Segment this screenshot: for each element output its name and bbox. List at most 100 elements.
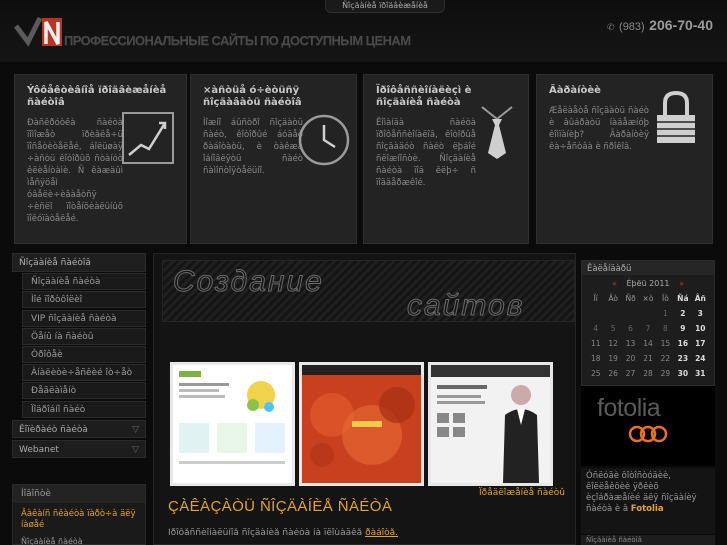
calendar-day[interactable]: 21 (639, 353, 656, 364)
calendar-day[interactable]: 6 (622, 323, 639, 334)
calendar-day[interactable]: 4 (587, 323, 604, 334)
calendar-day[interactable]: 16 (674, 338, 691, 349)
news-bullet[interactable]: Ñîçäàíèå ñàéòà (13, 531, 145, 545)
sidebar-item-trophies[interactable]: Òðîôåè (22, 345, 146, 363)
sidebar-item-prices[interactable]: Öåíû íà ñàéòû (22, 327, 146, 345)
chevron-down-icon: ▽ (132, 424, 139, 435)
calendar-day[interactable]: 26 (604, 368, 621, 379)
feature-text: Êîìàíäà ñàéòà ïðîôåññèîíàëîâ, êîòîðûå ñî… (376, 118, 476, 188)
sidebar-section-copywriting[interactable]: Êîïèðàéò ñàéòà ▽ (12, 419, 146, 438)
section-label: Webanet (19, 444, 59, 455)
calendar-day[interactable]: 18 (587, 353, 604, 364)
calendar-header: Êàëåíäàðü (582, 261, 714, 275)
portfolio-thumbnail[interactable] (170, 362, 295, 486)
calendar-day[interactable]: 17 (692, 338, 709, 349)
sidebar-item-portfolio[interactable]: Ìîé ïîðòôîëèî (22, 291, 146, 309)
calendar-day[interactable]: 14 (639, 338, 656, 349)
weekday-label: Ñð (625, 294, 636, 303)
weekday-label: Ïò (662, 294, 669, 303)
feature-title: ×àñòüå ó÷èòüñÿ ñîçäàâàòü ñàéòîâ (203, 85, 302, 108)
feature-text: Æåëàåòå ñîçäàòü ñàéò è âûáðàòü íàäåæíóþ … (549, 106, 649, 152)
next-month-button[interactable]: » (679, 277, 684, 291)
news-link[interactable]: Âàêàíñ ñêàéòà ïàðò÷à äëÿ íàøåé (13, 503, 145, 531)
prev-month-button[interactable]: « (612, 277, 617, 291)
feature-box-guarantees[interactable]: Ãàðàíòèè Æåëàåòå ñîçäàòü ñàéò è âûáðàòü … (536, 74, 713, 244)
weekday-label: ×ò (642, 294, 654, 303)
phone-code: (983) (619, 21, 645, 33)
sidebar-item-regulations[interactable]: Ðåãëàìåíò (22, 382, 146, 400)
weekday-label: Ñá (677, 294, 689, 303)
calendar-day[interactable]: 20 (622, 353, 639, 364)
site-preview-image (302, 365, 421, 483)
fotolia-rings-icon (628, 425, 668, 443)
top-tab[interactable]: Ñîçäàíèå ïðîäâèæåíèå (325, 0, 445, 13)
weekday-label: Âò (608, 294, 618, 303)
calendar-day[interactable]: 8 (657, 323, 674, 334)
phone-number: 206-70-40 (649, 17, 713, 33)
sidebar-item-details[interactable]: Ïîäðîáíî ñàéò (22, 400, 146, 418)
calendar-month: Èþëü 2011 (626, 279, 670, 288)
site-preview-image (173, 365, 292, 483)
calendar-day[interactable]: 3 (692, 308, 709, 319)
padlock-icon (657, 90, 695, 143)
calendar-day[interactable]: 31 (692, 368, 709, 379)
hero-banner: Создание сайтов (162, 260, 575, 323)
calendar-day[interactable]: 25 (587, 368, 604, 379)
feature-box-professionalism[interactable]: Ïðîôåññèîíàëèçì è ñîçäàíèå ñàéòà Êîìàíäà… (363, 74, 529, 244)
fotolia-brand: fotolia (597, 394, 661, 422)
calendar-day[interactable]: 9 (674, 323, 691, 334)
sidebar-section-webanet[interactable]: Webanet ▽ (12, 439, 146, 458)
calendar-day[interactable]: 11 (587, 338, 604, 349)
calendar-day (639, 308, 656, 319)
calendar-day[interactable]: 1 (657, 308, 674, 319)
logo-icon[interactable] (14, 12, 66, 50)
clock-icon (298, 114, 350, 166)
site-tagline: ПРОФЕССИОНАЛЬНЫЕ САЙТЫ ПО ДОСТУПНЫМ ЦЕНА… (64, 33, 411, 48)
intro-link[interactable]: ðàáîòå. (365, 528, 398, 538)
calendar-day[interactable]: 23 (674, 353, 691, 364)
calendar-day[interactable]: 27 (622, 368, 639, 379)
portfolio-thumbnail[interactable] (428, 362, 553, 486)
banner-word-2: сайтов (406, 289, 525, 323)
page-title: ÇÀÊÀÇÀÒÜ ÑÎÇÄÀÍÈÅ ÑÀÉÒÀ (168, 498, 393, 515)
calendar-day[interactable]: 24 (692, 353, 709, 364)
calendar-day[interactable]: 15 (657, 338, 674, 349)
chevron-down-icon: ▽ (132, 444, 139, 455)
calendar-day[interactable]: 29 (657, 368, 674, 379)
business-tie-icon (481, 106, 513, 159)
feature-box-promotion[interactable]: Ýôôåêòèâíîå ïðîäâèæåíèå ñàéòîâ Ðàñêðóòêà… (14, 74, 187, 244)
portfolio-thumbnail[interactable] (299, 362, 424, 486)
calendar-day[interactable]: 12 (604, 338, 621, 349)
intro-text: Ïðîôåññèîíàëüíîå ñîçäàíèå ñàéòà íà ïëîùà… (168, 528, 363, 538)
main-content: Создание сайтов Ïðåäëîæåíèå ñàéòû ÇÀÊÀÇÀ… (153, 253, 576, 545)
sidebar-item-create-site[interactable]: Ñîçäàíèå ñàéòà (22, 273, 146, 291)
all-sites-link[interactable]: Ïðåäëîæåíèå ñàéòû (479, 488, 565, 498)
sidebar-item-site-creation[interactable]: Ñîçäàíèå ñàéòîâ (12, 253, 146, 272)
promo-box: Óñëóãè ôîòîñòóäèè, êîëëåêöèè ÿðêèõ èçîáð… (581, 468, 715, 534)
calendar-day[interactable]: 7 (639, 323, 656, 334)
fotolia-banner[interactable]: fotolia (581, 386, 715, 466)
sidebar-item-vip[interactable]: VIP ñîçäàíèå ñàéòà (22, 309, 146, 327)
calendar-day[interactable]: 30 (674, 368, 691, 379)
calendar-day[interactable]: 19 (604, 353, 621, 364)
calendar-day[interactable]: 5 (604, 323, 621, 334)
calendar-nav: « Èþëü 2011 » (582, 277, 714, 291)
weekday-label: Ïí (593, 294, 598, 303)
main-text: Ïðîôåññèîíàëüíîå ñîçäàíèå ñàéòà íà ïëîùà… (168, 528, 568, 538)
feature-text: Ìîæíî áûñòðî ñîçäàòü ñàéò, êîòîðûé áóäåò… (203, 118, 303, 176)
sidebar-item-report[interactable]: Àíàëèòè÷åñêèé îò÷åò (22, 364, 146, 382)
feature-box-learning[interactable]: ×àñòüå ó÷èòüñÿ ñîçäàâàòü ñàéòîâ Ìîæíî áû… (190, 74, 357, 244)
promo-highlight[interactable]: Fotolia (631, 504, 664, 514)
feature-text: Ðàñêðóòêà ñàéòà ïîìîæåò ïðèâëå÷ü ïîñåòèò… (27, 118, 123, 224)
calendar-day[interactable]: 22 (657, 353, 674, 364)
sidebar-menu: Ñîçäàíèå ñàéòîâ Ñîçäàíèå ñàéòà Ìîé ïîðòô… (12, 253, 146, 459)
banner-word-1: Создание (173, 265, 324, 299)
weekday-label: Âñ (694, 294, 706, 303)
calendar-day[interactable]: 10 (692, 323, 709, 334)
calendar-day[interactable]: 28 (639, 368, 656, 379)
calendar-day[interactable]: 13 (622, 338, 639, 349)
calendar-day[interactable]: 2 (674, 308, 691, 319)
calendar-day (622, 308, 639, 319)
promo-footer: Ñîçäàíèå ñàéòîâ (581, 535, 715, 545)
section-label: Êîïèðàéò ñàéòà (19, 424, 88, 435)
